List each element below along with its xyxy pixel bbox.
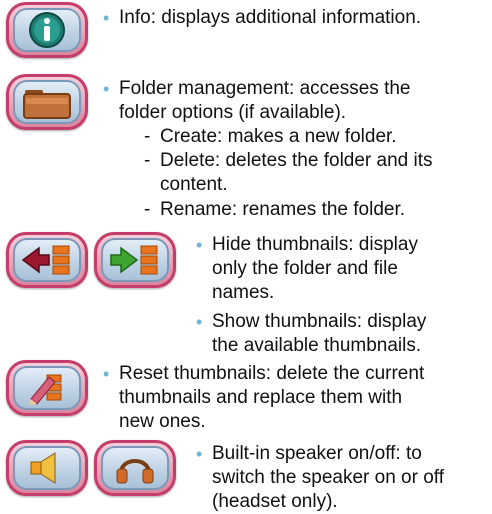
- info-description: • Info: displays additional information.: [103, 7, 422, 28]
- folder-button[interactable]: [6, 74, 88, 130]
- info-button[interactable]: [6, 2, 88, 58]
- headset-icon: [116, 459, 154, 484]
- folder-description: • Folder management: accesses the folder …: [103, 78, 411, 123]
- speaker-icon: [30, 452, 56, 484]
- speaker-button[interactable]: [6, 440, 88, 496]
- headset-button[interactable]: [94, 440, 176, 496]
- hide-thumbnails-icon: [21, 245, 70, 275]
- show-thumbnails-icon: [110, 245, 158, 275]
- folder-icon: [23, 90, 71, 119]
- speaker-description: • Built-in speaker on/off: to switch the …: [196, 443, 444, 512]
- reset-thumbnails-icon: [29, 374, 62, 405]
- hide-thumbnails-button[interactable]: [6, 232, 88, 288]
- folder-delete-item: - Delete: deletes the folder and its cont…: [144, 150, 433, 195]
- reset-thumbnails-description: • Reset thumbnails: delete the current th…: [103, 363, 425, 432]
- info-icon: [29, 12, 65, 48]
- hide-thumbnails-description: • Hide thumbnails: display only the folde…: [196, 234, 418, 303]
- reset-thumbnails-button[interactable]: [6, 360, 88, 416]
- show-thumbnails-description: • Show thumbnails: display the available …: [196, 311, 427, 356]
- show-thumbnails-button[interactable]: [94, 232, 176, 288]
- folder-create-item: - Create: makes a new folder.: [144, 126, 397, 147]
- folder-rename-item: - Rename: renames the folder.: [144, 199, 406, 220]
